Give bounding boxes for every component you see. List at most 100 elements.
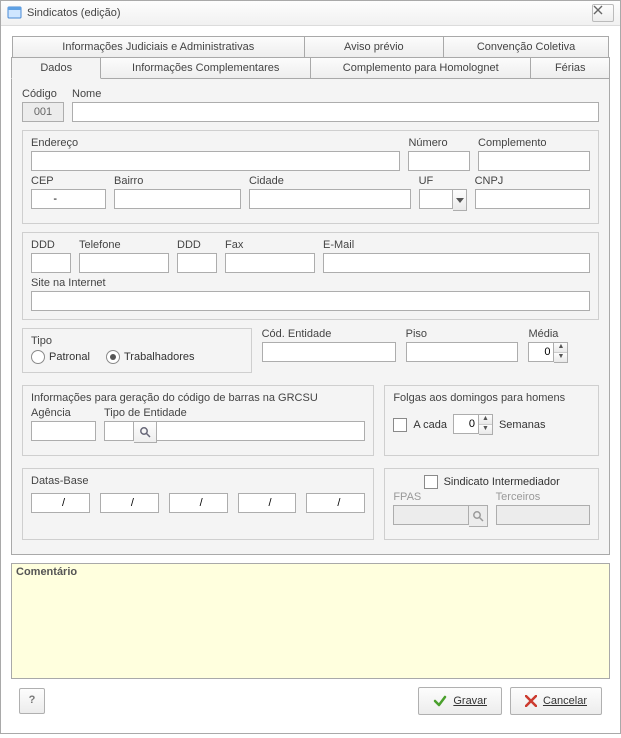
tipo-entidade-code-input[interactable]	[104, 421, 134, 441]
label-datas-base: Datas-Base	[31, 475, 365, 487]
window-close-button[interactable]	[592, 4, 614, 22]
tipo-entidade-desc-input[interactable]	[156, 421, 365, 441]
label-media: Média	[528, 328, 599, 340]
label-site: Site na Internet	[31, 277, 590, 289]
data-base-5[interactable]	[306, 493, 365, 513]
numero-input[interactable]	[408, 151, 470, 171]
label-cep: CEP	[31, 175, 106, 187]
app-icon	[7, 6, 22, 21]
tab-info-compl[interactable]: Informações Complementares	[100, 57, 311, 79]
tab-aviso-previo[interactable]: Aviso prévio	[304, 36, 445, 58]
titlebar: Sindicatos (edição)	[1, 1, 620, 26]
agencia-input[interactable]	[31, 421, 96, 441]
label-uf: UF	[419, 175, 467, 187]
label-numero: Número	[408, 137, 470, 149]
folgas-value-input[interactable]	[453, 414, 479, 434]
group-endereco: Endereço Número Complemento	[22, 130, 599, 224]
tab-content-dados: Código Nome Endereço	[11, 78, 610, 555]
intermediador-checkbox[interactable]	[424, 475, 438, 489]
label-ddd1: DDD	[31, 239, 71, 251]
gravar-button[interactable]: Gravar	[418, 687, 502, 715]
folgas-up[interactable]: ▲	[479, 415, 492, 425]
nome-input[interactable]	[72, 102, 599, 122]
uf-dropdown-button[interactable]	[453, 189, 466, 211]
label-ddd2: DDD	[177, 239, 217, 251]
cancelar-button[interactable]: Cancelar	[510, 687, 602, 715]
tab-row-2: Dados Informações Complementares Complem…	[11, 57, 610, 79]
label-bairro: Bairro	[114, 175, 241, 187]
tab-judiciais[interactable]: Informações Judiciais e Administrativas	[12, 36, 305, 58]
gravar-label: Gravar	[453, 695, 487, 707]
telefone-input[interactable]	[79, 253, 169, 273]
media-down[interactable]: ▼	[554, 353, 567, 362]
label-cod-entidade: Cód. Entidade	[262, 328, 396, 340]
fpas-search-button	[469, 505, 487, 527]
cancelar-label: Cancelar	[543, 695, 587, 707]
data-base-3[interactable]	[169, 493, 228, 513]
tipo-entidade-search-button[interactable]	[134, 421, 157, 443]
site-input[interactable]	[31, 291, 590, 311]
label-fax: Fax	[225, 239, 315, 251]
tab-homolognet[interactable]: Complemento para Homolognet	[310, 57, 531, 79]
label-fpas: FPAS	[393, 491, 487, 503]
window-title: Sindicatos (edição)	[27, 7, 592, 19]
check-icon	[433, 694, 447, 708]
endereco-input[interactable]	[31, 151, 400, 171]
terceiros-input	[496, 505, 590, 525]
label-folgas: Folgas aos domingos para homens	[393, 392, 590, 404]
label-terceiros: Terceiros	[496, 491, 590, 503]
label-nome: Nome	[72, 88, 599, 100]
label-endereco: Endereço	[31, 137, 400, 149]
folgas-checkbox[interactable]	[393, 418, 407, 432]
label-tipo-entidade: Tipo de Entidade	[104, 407, 365, 419]
email-input[interactable]	[323, 253, 590, 273]
cnpj-input[interactable]	[475, 189, 590, 209]
radio-patronal-label: Patronal	[49, 351, 90, 363]
radio-trabalhadores-label: Trabalhadores	[124, 351, 195, 363]
radio-patronal[interactable]: Patronal	[31, 350, 90, 364]
complemento-input[interactable]	[478, 151, 590, 171]
footer: ? Gravar Cancelar	[11, 679, 610, 723]
label-complemento: Complemento	[478, 137, 590, 149]
media-spinner[interactable]: ▲▼	[528, 342, 599, 363]
cidade-input[interactable]	[249, 189, 411, 209]
comentario-box: Comentário	[11, 563, 610, 679]
search-icon	[472, 510, 484, 522]
bairro-input[interactable]	[114, 189, 241, 209]
folgas-spinner[interactable]: ▲▼	[453, 414, 493, 435]
cep-input[interactable]	[31, 189, 106, 209]
tab-dados[interactable]: Dados	[11, 57, 101, 79]
fax-input[interactable]	[225, 253, 315, 273]
folgas-down[interactable]: ▼	[479, 425, 492, 434]
window: Sindicatos (edição) Informações Judiciai…	[0, 0, 621, 734]
cod-entidade-input[interactable]	[262, 342, 396, 362]
ddd1-input[interactable]	[31, 253, 71, 273]
label-agencia: Agência	[31, 407, 96, 419]
label-telefone: Telefone	[79, 239, 169, 251]
label-cnpj: CNPJ	[475, 175, 590, 187]
ddd2-input[interactable]	[177, 253, 217, 273]
radio-trabalhadores[interactable]: Trabalhadores	[106, 350, 195, 364]
data-base-1[interactable]	[31, 493, 90, 513]
help-button[interactable]: ?	[19, 688, 45, 714]
search-icon	[139, 426, 151, 438]
label-email: E-Mail	[323, 239, 590, 251]
group-intermediador: Sindicato Intermediador FPAS	[384, 468, 599, 540]
cancel-icon	[525, 695, 537, 707]
data-base-2[interactable]	[100, 493, 159, 513]
tab-row-1: Informações Judiciais e Administrativas …	[12, 36, 609, 58]
uf-select[interactable]	[419, 189, 454, 209]
label-semanas: Semanas	[499, 419, 545, 431]
label-intermediador: Sindicato Intermediador	[444, 476, 560, 488]
window-body: Informações Judiciais e Administrativas …	[1, 26, 620, 733]
media-input[interactable]	[528, 342, 554, 362]
piso-input[interactable]	[406, 342, 519, 362]
label-tipo: Tipo	[31, 335, 243, 347]
label-codigo: Código	[22, 88, 64, 100]
media-up[interactable]: ▲	[554, 343, 567, 353]
group-folgas: Folgas aos domingos para homens A cada ▲…	[384, 385, 599, 456]
data-base-4[interactable]	[238, 493, 297, 513]
tab-ferias[interactable]: Férias	[530, 57, 610, 79]
group-contato: DDD Telefone DDD Fax E-Mail Site na Inte…	[22, 232, 599, 320]
tab-convencao[interactable]: Convenção Coletiva	[443, 36, 609, 58]
